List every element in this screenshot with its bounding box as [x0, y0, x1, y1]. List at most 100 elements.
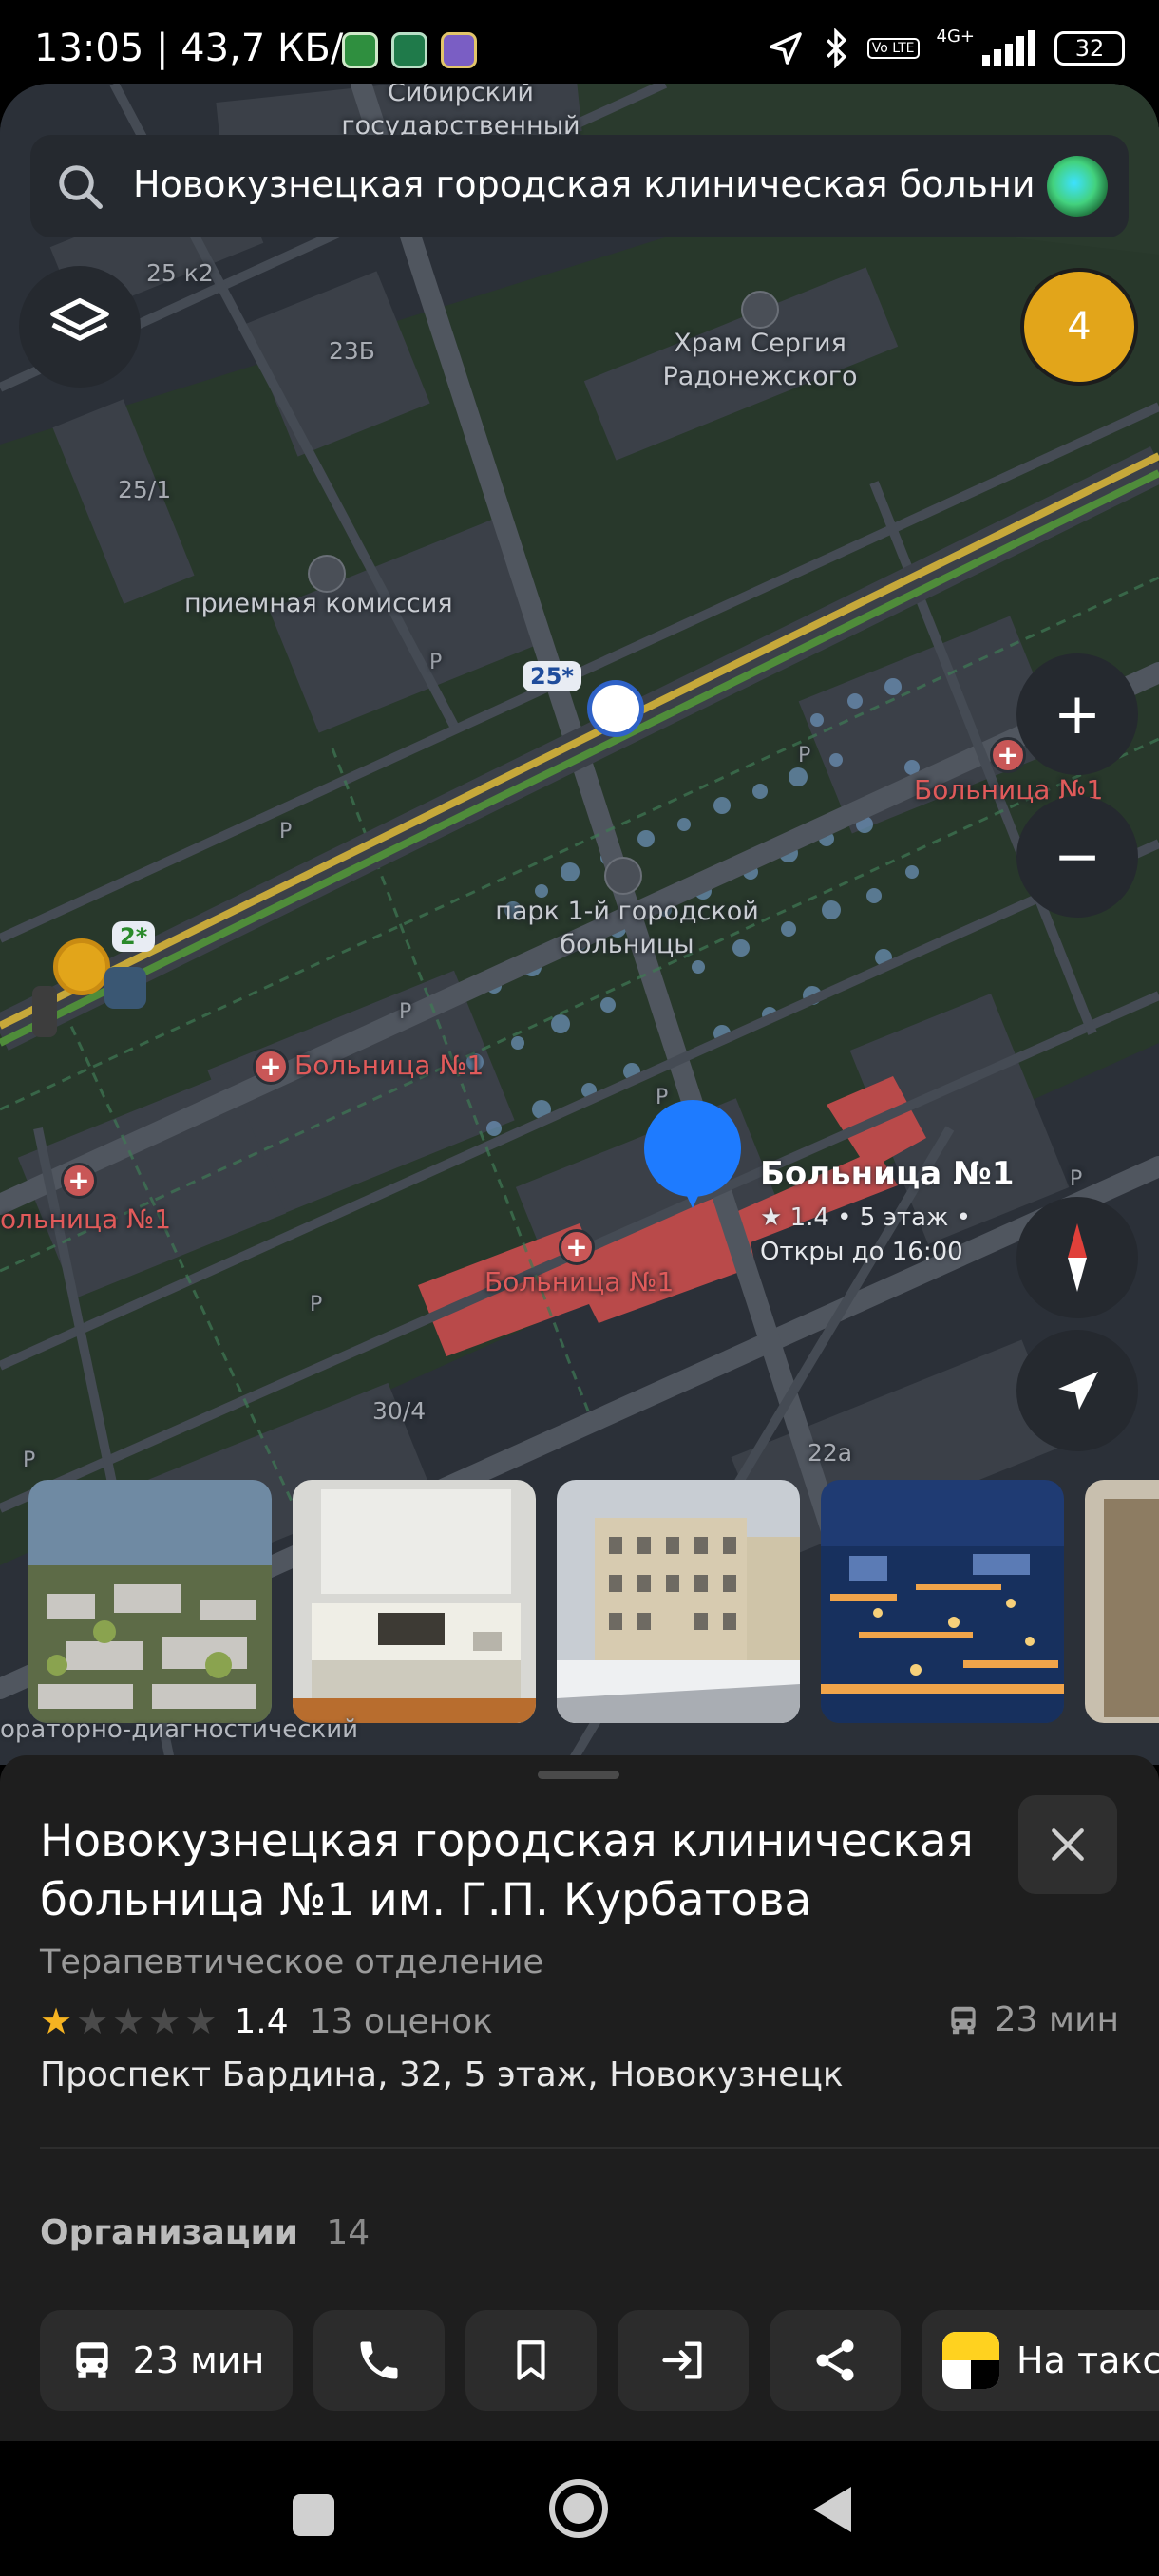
taxi-button[interactable]: На такси	[922, 2310, 1159, 2411]
hospital-icon[interactable]	[253, 1049, 289, 1085]
map-label-hospital[interactable]: Больница №1	[294, 1049, 484, 1082]
map-label-university: Сибирский государственный	[341, 84, 580, 141]
search-input[interactable]: Новокузнецкая городская клиническая боль…	[133, 163, 1064, 205]
action-bar: 23 мин На такси	[40, 2310, 1159, 2411]
volte-icon: Vo LTE	[866, 38, 920, 59]
parking-label: P	[23, 1449, 36, 1472]
place-photo[interactable]	[821, 1480, 1064, 1723]
pin-title[interactable]: Больница №1	[760, 1155, 1015, 1193]
close-icon	[1052, 1828, 1084, 1861]
church-icon[interactable]	[741, 291, 779, 329]
bookmark-icon	[517, 2340, 545, 2380]
photo-carousel[interactable]	[28, 1480, 1159, 1723]
bus-icon	[76, 2342, 108, 2378]
divider	[40, 2147, 1159, 2149]
star-icon: ★	[148, 2000, 181, 2042]
location-arrow-icon	[1058, 1372, 1098, 1410]
place-address[interactable]: Проспект Бардина, 32, 5 этаж, Новокузнец…	[40, 2055, 844, 2094]
bluetooth-icon	[826, 28, 846, 68]
star-icon: ★	[184, 2000, 218, 2042]
place-photo[interactable]	[293, 1480, 536, 1723]
map-label-building: 23Б	[329, 337, 375, 365]
home-button[interactable]	[549, 2479, 608, 2538]
map-view[interactable]: Сибирский государственный Храм Сергия Ра…	[0, 84, 1159, 1765]
map-label-admissions[interactable]: приемная комиссия	[184, 587, 453, 620]
organizations-row[interactable]: Организации 14	[40, 2213, 370, 2252]
recent-apps-button[interactable]	[293, 2494, 334, 2536]
share-icon	[816, 2339, 854, 2381]
route-button[interactable]: 23 мин	[40, 2310, 293, 2411]
zoom-out-button[interactable]: −	[1016, 796, 1138, 918]
zoom-in-button[interactable]: +	[1016, 653, 1138, 775]
share-button[interactable]	[770, 2310, 901, 2411]
my-location-button[interactable]	[1016, 1330, 1138, 1451]
selected-place-pin[interactable]	[644, 1100, 741, 1208]
taxi-button-label: На такси	[1016, 2339, 1159, 2381]
location-arrow-icon	[769, 32, 802, 65]
map-label-building: 25 к2	[146, 259, 214, 287]
route-badge[interactable]: 25*	[522, 661, 581, 691]
map-label-building: 30/4	[372, 1397, 427, 1425]
system-nav-bar	[0, 2441, 1159, 2576]
place-photo[interactable]	[28, 1480, 272, 1723]
map-label-building: 25/1	[118, 476, 172, 503]
park-icon[interactable]	[604, 857, 642, 895]
route-button-label: 23 мин	[132, 2339, 265, 2381]
status-indicators: Vo LTE 4G+ 32	[767, 28, 1125, 68]
taxi-icon	[942, 2332, 999, 2389]
phone-icon	[360, 2341, 398, 2379]
traffic-light-icon	[32, 986, 57, 1037]
back-button[interactable]	[813, 2487, 851, 2532]
parking-label: P	[798, 744, 811, 767]
map-label-building: 22а	[808, 1439, 853, 1467]
map-label-hospital[interactable]: Больница №1	[484, 1265, 674, 1298]
search-icon	[59, 165, 103, 209]
organizations-count: 14	[326, 2213, 370, 2252]
network-type: 4G+	[936, 27, 975, 47]
parking-label: P	[429, 651, 443, 674]
close-button[interactable]	[1018, 1795, 1117, 1894]
star-icon: ★	[40, 2000, 73, 2042]
notification-app-icon	[441, 32, 477, 68]
transit-time[interactable]: 23 мин	[945, 2000, 1119, 2039]
sheet-grabber[interactable]	[538, 1771, 619, 1779]
notification-app-icon	[391, 32, 428, 68]
map-label-church[interactable]: Храм Сергия Радонежского	[627, 327, 893, 393]
parking-label: P	[399, 1000, 412, 1024]
place-title: Новокузнецкая городская клиническая боль…	[40, 1815, 974, 1926]
hospital-icon[interactable]	[559, 1229, 595, 1265]
voice-assistant-icon[interactable]	[1047, 156, 1108, 217]
bus-stop-icon[interactable]	[587, 680, 644, 737]
parking-label: P	[1070, 1167, 1083, 1191]
tram-stop-icon[interactable]	[53, 938, 110, 995]
route-badge[interactable]: 2*	[112, 921, 156, 952]
place-photo[interactable]	[1085, 1480, 1159, 1723]
notification-badge[interactable]: 4	[1020, 268, 1138, 386]
bus-icon	[950, 2006, 976, 2034]
place-category: Терапевтическое отделение	[40, 1943, 544, 1981]
layers-button[interactable]	[19, 266, 141, 388]
bookmark-button[interactable]	[466, 2310, 597, 2411]
pin-subtitle: ★ 1.4 • 5 этаж • Откры до 16:00	[760, 1203, 971, 1266]
bus-stop-icon[interactable]	[104, 967, 146, 1009]
transit-time-label: 23 мин	[994, 2000, 1119, 2039]
star-icon: ★	[112, 2000, 145, 2042]
parking-label: P	[279, 820, 293, 843]
star-icon: ★	[76, 2000, 109, 2042]
search-bar[interactable]: Новокузнецкая городская клиническая боль…	[30, 135, 1129, 237]
rating-row[interactable]: ★ ★ ★ ★ ★ 1.4 13 оценок	[40, 2000, 493, 2042]
notification-app-icon	[342, 32, 378, 68]
map-label-hospital[interactable]: ольница №1	[0, 1203, 171, 1236]
hospital-icon[interactable]	[990, 737, 1026, 773]
place-card[interactable]: Новокузнецкая городская клиническая боль…	[0, 1755, 1159, 2441]
call-button[interactable]	[314, 2310, 445, 2411]
entrance-button[interactable]	[618, 2310, 749, 2411]
rating-count[interactable]: 13 оценок	[310, 2002, 493, 2041]
layers-icon	[50, 297, 109, 341]
rating-value: 1.4	[234, 2001, 289, 2041]
place-photo[interactable]	[557, 1480, 800, 1723]
parking-label: P	[310, 1293, 323, 1316]
map-label-park[interactable]: парк 1-й городской больницы	[475, 895, 779, 961]
hospital-icon[interactable]	[61, 1163, 97, 1199]
map-label-lab: оратoрно-диагностический	[0, 1715, 359, 1744]
